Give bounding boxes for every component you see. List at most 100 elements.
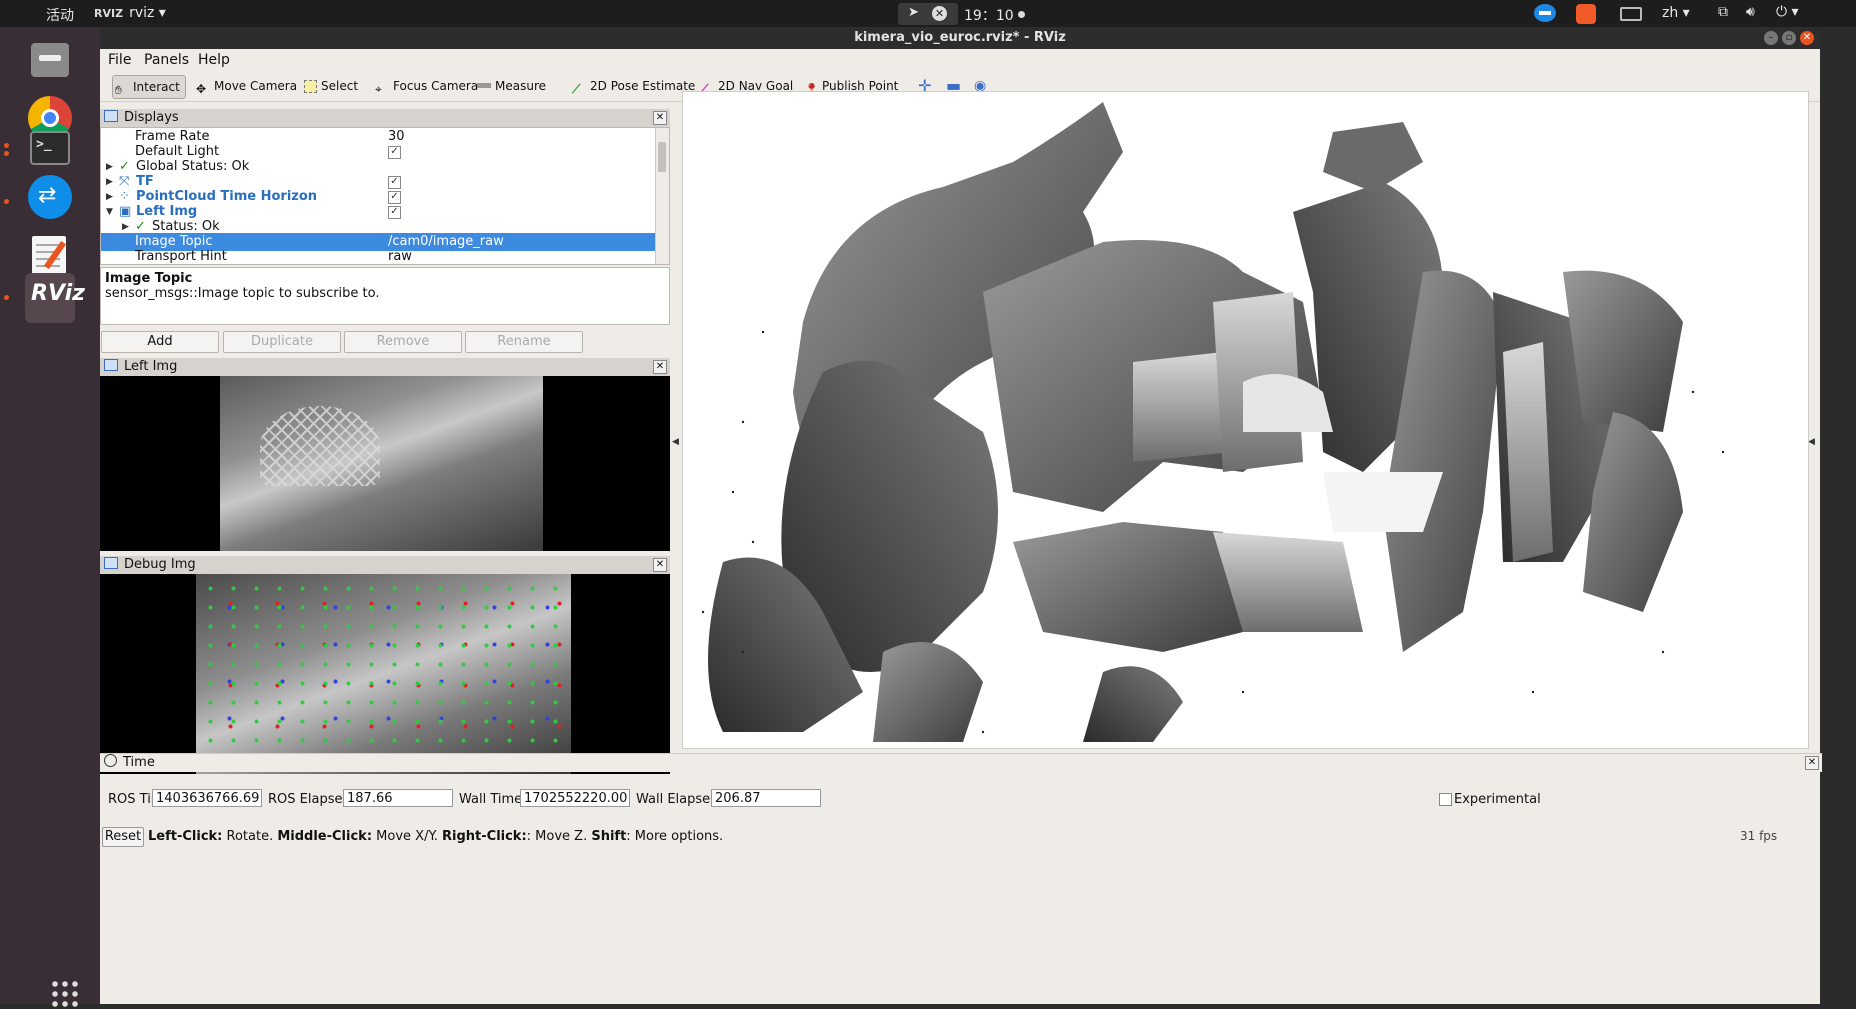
close-button[interactable]: ✕ (1800, 31, 1814, 45)
interact-label: Interact (133, 80, 180, 94)
left-img-panel-header[interactable]: Left Img ✕ (100, 358, 670, 376)
show-applications-icon[interactable] (50, 979, 80, 1009)
add-display-button[interactable]: Add (101, 331, 219, 353)
debug-img-view[interactable] (100, 574, 670, 774)
map-pin-icon: 📍︎ (804, 82, 820, 96)
dock-files[interactable] (25, 35, 75, 85)
remove-display-button[interactable]: Remove (344, 331, 462, 353)
image-panel-icon (104, 557, 118, 569)
menu-help[interactable]: Help (198, 52, 230, 68)
point-cloud-dot (1241, 690, 1245, 694)
clock-icon (104, 754, 117, 767)
scrollbar-thumb[interactable] (658, 142, 666, 172)
close-panel-icon[interactable]: ✕ (653, 360, 667, 374)
wall-elapsed-label: Wall Elapsed: (636, 792, 723, 807)
stop-record-icon[interactable]: ✕ (932, 6, 947, 21)
ruler-icon (477, 83, 491, 88)
running-indicator (4, 295, 9, 300)
magenta-arrow-icon: ⟋ (700, 82, 709, 96)
clock[interactable]: 19：10 (964, 5, 1025, 25)
cursor-icon: ➤ (908, 5, 919, 20)
power-icon[interactable]: ⏻ ▾ (1776, 4, 1799, 20)
reset-button[interactable]: Reset (102, 827, 144, 847)
dock-teamviewer[interactable] (25, 172, 75, 222)
select-tool[interactable]: Select (304, 75, 358, 97)
description-title: Image Topic (105, 271, 193, 286)
maximize-button[interactable]: ▫ (1782, 31, 1796, 45)
dock-terminal[interactable]: >_ (25, 123, 75, 173)
mesh-surface (1323, 122, 1423, 192)
experimental-label: Experimental (1454, 792, 1541, 807)
green-arrow-icon: ⟋ (572, 82, 581, 96)
point-cloud-dot (701, 610, 705, 614)
app-menu-label: rviz ▾ (129, 5, 166, 21)
volume-icon[interactable]: 🔊︎ (1746, 4, 1755, 20)
duplicate-display-button[interactable]: Duplicate (223, 331, 341, 353)
activities-button[interactable]: 活动 (46, 5, 74, 25)
hint-key: Left-Click: (148, 829, 223, 844)
hint-key: Shift (591, 829, 627, 844)
move-camera-tool[interactable]: ✥ Move Camera (196, 75, 297, 97)
collapse-left-icon[interactable]: ◀ (672, 437, 679, 447)
terminal-icon: >_ (30, 131, 70, 165)
app-menu[interactable]: RVIZ rviz ▾ (94, 5, 166, 21)
minimize-button[interactable]: – (1764, 31, 1778, 45)
wall-elapsed-field[interactable]: 206.87 (711, 789, 821, 807)
ros-elapsed-field[interactable]: 187.66 (343, 789, 453, 807)
input-language-menu[interactable]: zh ▾ (1662, 5, 1690, 21)
ros-time-field[interactable]: 1403636766.69 (152, 789, 262, 807)
keyboard-icon[interactable] (1620, 7, 1642, 21)
time-panel-header[interactable]: Time ✕ (100, 753, 1822, 772)
mesh-surface (1323, 472, 1443, 532)
close-panel-icon[interactable]: ✕ (1805, 756, 1819, 770)
image-panel-icon (104, 359, 118, 371)
debug-img-title: Debug Img (124, 557, 196, 572)
app-tray-icon[interactable] (1576, 4, 1596, 24)
render-3d-view[interactable] (682, 91, 1809, 749)
hint-text: Rotate. (222, 829, 278, 844)
tree-scrollbar[interactable] (655, 128, 669, 264)
debug-img-panel-header[interactable]: Debug Img ✕ (100, 556, 670, 574)
rename-display-button[interactable]: Rename (465, 331, 583, 353)
interact-tool[interactable]: ✋︎ Interact (112, 75, 186, 99)
rviz-small-icon: RVIZ (94, 7, 124, 20)
displays-panel-header[interactable]: Displays ✕ (100, 109, 670, 127)
menu-file[interactable]: File (108, 52, 131, 68)
measure-label: Measure (495, 79, 546, 93)
move-camera-icon: ✥ (196, 82, 207, 96)
select-box-icon (304, 80, 317, 93)
network-icon[interactable]: ⧉ (1718, 4, 1728, 20)
focus-camera-label: Focus Camera (393, 79, 479, 93)
window-titlebar[interactable]: kimera_vio_euroc.rviz* - RViz – ▫ ✕ (100, 27, 1820, 49)
time-fields: ROS Time: 1403636766.69 ROS Elapsed: 187… (100, 787, 1820, 813)
tree-value[interactable]: raw (388, 248, 412, 264)
pose-estimate-label: 2D Pose Estimate (590, 79, 696, 93)
menu-bar: File Panels Help (100, 49, 1820, 71)
tree-row[interactable]: Transport Hint raw (101, 248, 656, 264)
close-panel-icon[interactable]: ✕ (653, 558, 667, 572)
dock-rviz[interactable]: RViz (25, 273, 85, 323)
mesh-surface (1013, 522, 1243, 652)
pose-estimate-tool[interactable]: ⟋ 2D Pose Estimate (572, 75, 695, 97)
collapse-right-icon[interactable]: ◀ (1808, 437, 1815, 447)
text-editor-icon (32, 236, 66, 276)
screen-recorder-indicator[interactable]: ➤ ✕ (898, 3, 958, 25)
hint-key: Right-Click: (442, 829, 527, 844)
mesh-reconstruction (701, 102, 1725, 742)
left-img-view[interactable] (100, 376, 670, 551)
close-panel-icon[interactable]: ✕ (653, 111, 667, 125)
mesh-surface (1083, 666, 1183, 742)
displays-tree[interactable]: Frame Rate 30 Default Light ✓ ▶ ✓ Global Sta… (100, 127, 670, 265)
hand-icon: ✋︎ (115, 83, 122, 97)
window-title: kimera_vio_euroc.rviz* - RViz (854, 30, 1066, 45)
point-cloud-dot (741, 650, 745, 654)
running-indicator (4, 199, 9, 204)
experimental-checkbox[interactable] (1439, 793, 1452, 806)
measure-tool[interactable]: Measure (477, 75, 546, 97)
menu-panels[interactable]: Panels (144, 52, 189, 68)
focus-camera-tool[interactable]: ⌖ Focus Camera (375, 75, 478, 97)
teamviewer-tray-icon[interactable] (1534, 4, 1556, 22)
wall-time-field[interactable]: 1702552220.00 (520, 789, 630, 807)
description-text: sensor_msgs::Image topic to subscribe to… (105, 286, 380, 301)
point-cloud-dot (741, 420, 745, 424)
